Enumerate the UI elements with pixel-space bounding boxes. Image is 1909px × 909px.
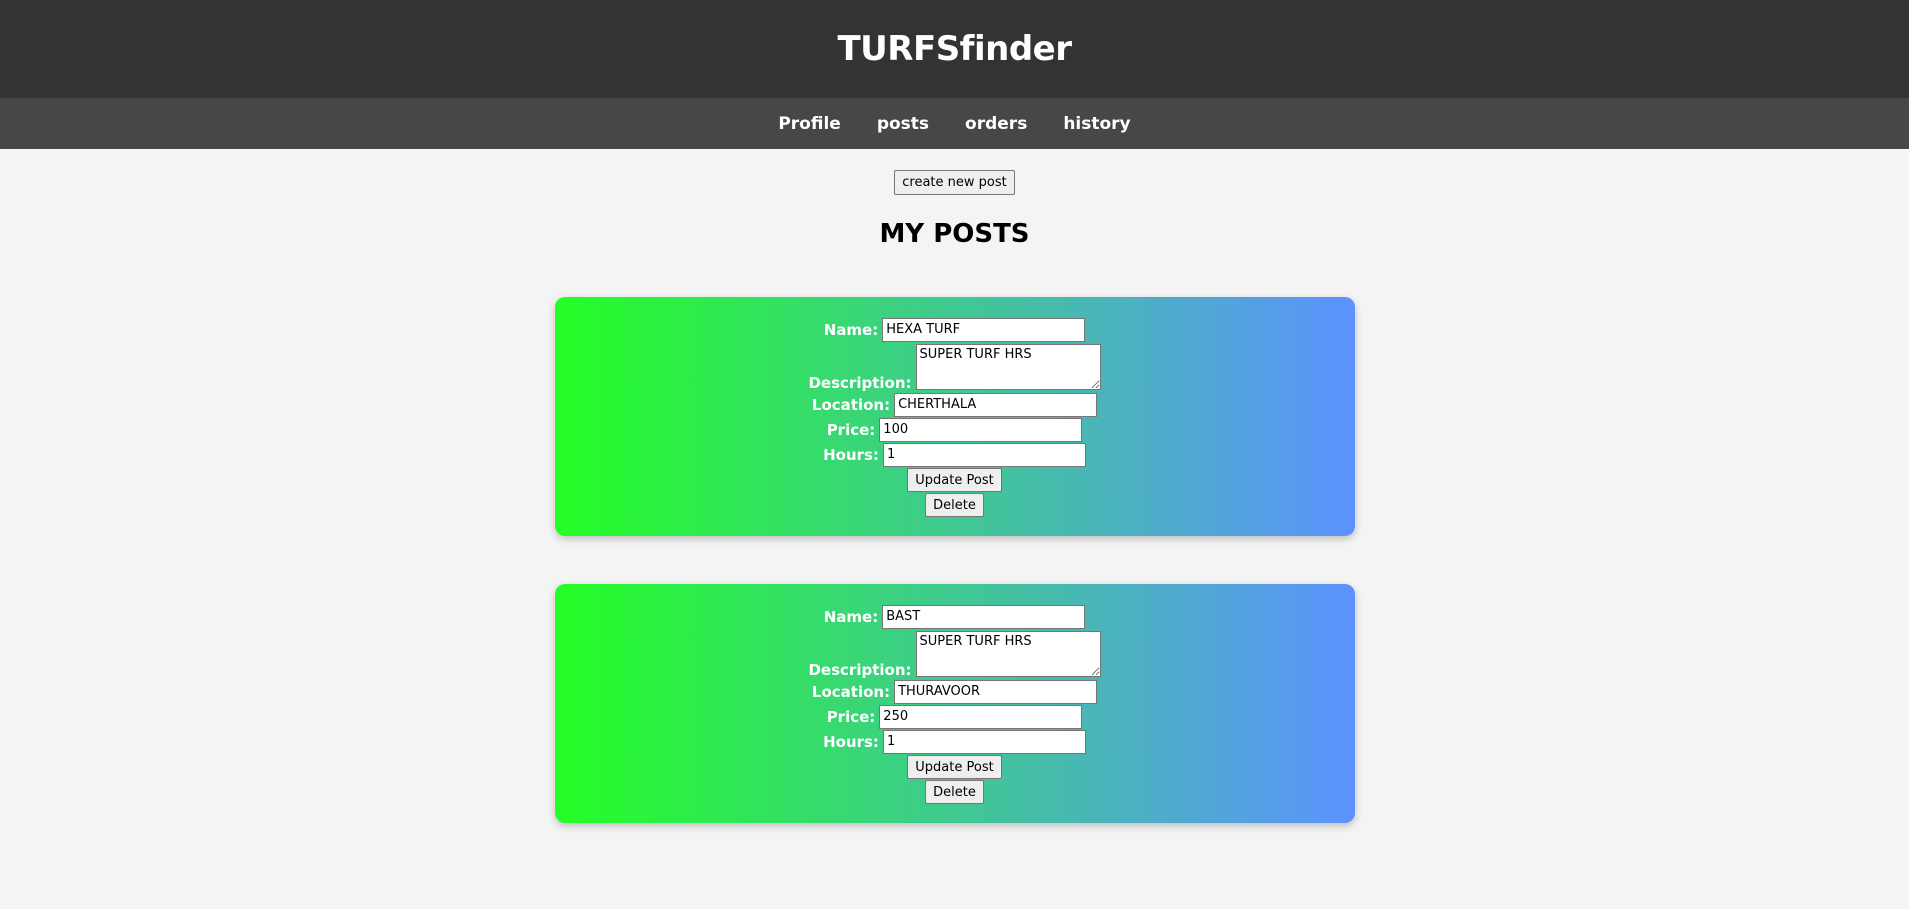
name-input[interactable] — [882, 604, 1086, 629]
update-post-button[interactable]: Update Post — [907, 755, 1002, 779]
update-post-button[interactable]: Update Post — [907, 468, 1002, 492]
create-new-post-button[interactable]: create new post — [894, 170, 1015, 195]
post-actions: Update Post Delete — [907, 755, 1002, 804]
price-row: Price: — [827, 704, 1083, 729]
site-title: TURFSfinder — [837, 29, 1072, 69]
name-input[interactable] — [882, 317, 1086, 342]
description-label: Description: — [808, 661, 912, 679]
description-row: Description: SUPER TURF HRS — [808, 629, 1101, 679]
post-actions: Update Post Delete — [907, 468, 1002, 517]
post-card: Name: Description: SUPER TURF HRS Locati… — [554, 297, 1355, 536]
name-label: Name: — [823, 607, 879, 626]
price-input[interactable] — [879, 704, 1083, 729]
create-post-container: create new post — [0, 170, 1909, 195]
name-row: Name: — [823, 604, 1086, 629]
name-label: Name: — [823, 320, 879, 339]
delete-post-button[interactable]: Delete — [925, 493, 984, 517]
nav-orders-link[interactable]: orders — [956, 110, 1036, 138]
post-card: Name: Description: SUPER TURF HRS Locati… — [554, 584, 1355, 823]
nav-history-link[interactable]: history — [1054, 110, 1139, 138]
name-row: Name: — [823, 317, 1086, 342]
description-row: Description: SUPER TURF HRS — [808, 342, 1101, 392]
price-label: Price: — [826, 420, 876, 439]
description-textarea[interactable]: SUPER TURF HRS — [915, 344, 1101, 390]
posts-list: Name: Description: SUPER TURF HRS Locati… — [0, 297, 1909, 823]
hours-row: Hours: — [823, 729, 1086, 754]
hours-input[interactable] — [882, 729, 1086, 754]
description-textarea[interactable]: SUPER TURF HRS — [915, 631, 1101, 677]
hours-input[interactable] — [882, 442, 1086, 467]
nav-profile-link[interactable]: Profile — [769, 110, 849, 138]
location-row: Location: — [811, 679, 1098, 704]
main-nav: Profile posts orders history — [0, 98, 1909, 149]
price-input[interactable] — [879, 417, 1083, 442]
location-label: Location: — [811, 395, 891, 414]
site-header: TURFSfinder — [0, 0, 1909, 98]
hours-label: Hours: — [823, 445, 879, 464]
delete-post-button[interactable]: Delete — [925, 780, 984, 804]
price-label: Price: — [826, 707, 876, 726]
page-title: MY POSTS — [879, 219, 1030, 249]
description-label: Description: — [808, 374, 912, 392]
location-input[interactable] — [894, 679, 1098, 704]
nav-posts-link[interactable]: posts — [868, 110, 938, 138]
hours-row: Hours: — [823, 442, 1086, 467]
price-row: Price: — [827, 417, 1083, 442]
location-row: Location: — [811, 392, 1098, 417]
hours-label: Hours: — [823, 732, 879, 751]
location-input[interactable] — [894, 392, 1098, 417]
location-label: Location: — [811, 682, 891, 701]
